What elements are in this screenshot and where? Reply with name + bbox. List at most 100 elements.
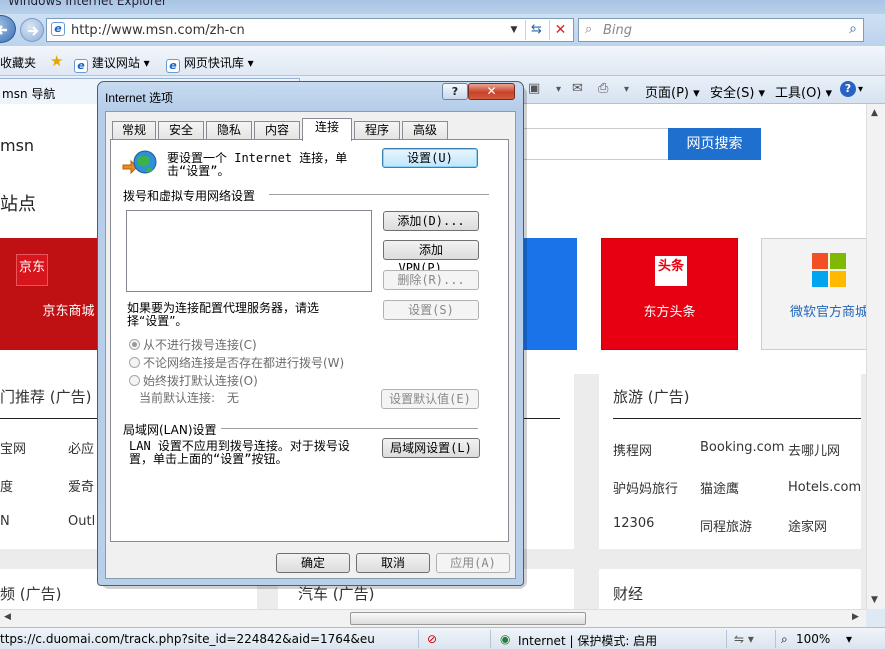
tab-general[interactable]: 常规 bbox=[112, 121, 156, 140]
web-search-button[interactable]: 网页搜索 bbox=[668, 128, 761, 160]
section-title: 频 (广告) bbox=[0, 585, 62, 603]
status-divider bbox=[418, 630, 419, 648]
mail-icon[interactable]: ✉ bbox=[572, 81, 583, 96]
link[interactable]: 度 bbox=[0, 476, 13, 495]
address-bar[interactable]: e http://www.msn.com/zh-cn ▼ ⇆ ✕ bbox=[46, 18, 574, 42]
zoom-icon[interactable]: ⌕ bbox=[781, 632, 788, 647]
internet-zone-icon: ◉ bbox=[500, 632, 511, 646]
search-go-icon[interactable]: ⌕ bbox=[849, 21, 857, 37]
apply-button[interactable]: 应用(A) bbox=[436, 553, 510, 573]
cancel-button[interactable]: 取消 bbox=[356, 553, 430, 573]
zoom-dropdown-icon[interactable]: ▾ bbox=[846, 632, 852, 646]
tools-menu[interactable]: 工具(O) ▾ bbox=[775, 82, 832, 101]
link[interactable]: 爱奇 bbox=[68, 476, 94, 495]
default-connection-label: 当前默认连接: bbox=[139, 391, 216, 405]
feeds-dropdown-icon[interactable]: ▾ bbox=[556, 84, 561, 95]
stop-icon[interactable]: ✕ bbox=[549, 20, 571, 40]
finance-card: 财经 bbox=[599, 569, 861, 609]
back-button[interactable] bbox=[0, 15, 16, 43]
radio-never-dial[interactable]: 从不进行拨号连接(C) bbox=[129, 336, 257, 353]
print-dropdown-icon[interactable]: ▾ bbox=[624, 84, 629, 95]
toutiao-logo-icon: 头条 bbox=[655, 256, 687, 286]
set-default-button[interactable]: 设置默认值(E) bbox=[381, 389, 479, 409]
feeds-icon[interactable]: ▣ bbox=[528, 81, 540, 96]
scroll-down-icon[interactable]: ▼ bbox=[871, 595, 878, 605]
tile-toutiao[interactable]: 头条 东方头条 bbox=[601, 238, 738, 350]
middle-card bbox=[520, 374, 574, 549]
tab-security[interactable]: 安全 bbox=[158, 121, 204, 140]
radio-dial-whenever[interactable]: 不论网络连接是否存在都进行拨号(W) bbox=[129, 354, 344, 371]
proxy-settings-button[interactable]: 设置(S) bbox=[383, 300, 479, 320]
window-title: Windows Internet Explorer bbox=[8, 0, 167, 8]
dialog-close-button[interactable]: ✕ bbox=[468, 83, 515, 100]
msn-logo[interactable]: msn bbox=[0, 136, 34, 155]
link[interactable]: Outl bbox=[68, 514, 95, 529]
forward-button[interactable] bbox=[20, 18, 44, 42]
lan-description: LAN 设置不应用到拨号连接。对于拨号设置，单击上面的“设置”按钮。 bbox=[129, 439, 350, 466]
tab-connections[interactable]: 连接 bbox=[302, 118, 352, 141]
link[interactable]: 猫途鹰 bbox=[700, 478, 739, 497]
hot-picks-card: 门推荐 (广告) 宝网 必应 度 爱奇 N Outl bbox=[0, 374, 97, 549]
tab-advanced[interactable]: 高级 bbox=[402, 121, 448, 140]
safety-menu[interactable]: 安全(S) ▾ bbox=[710, 82, 765, 101]
link[interactable]: Booking.com bbox=[700, 440, 784, 455]
status-divider bbox=[726, 630, 727, 648]
address-url[interactable]: http://www.msn.com/zh-cn bbox=[71, 23, 245, 38]
add-vpn-button[interactable]: 添加 VPN(P)... bbox=[383, 240, 479, 275]
add-button[interactable]: 添加(D)... bbox=[383, 211, 479, 231]
link[interactable]: 宝网 bbox=[0, 438, 26, 457]
radio-dot-icon bbox=[129, 339, 140, 350]
print-icon[interactable]: ⎙ bbox=[598, 81, 608, 96]
vertical-scrollbar[interactable]: ▲ ▼ bbox=[866, 104, 885, 609]
scroll-up-icon[interactable]: ▲ bbox=[871, 108, 878, 118]
link[interactable]: Hotels.com bbox=[788, 480, 861, 495]
window-titlebar: Windows Internet Explorer bbox=[0, 0, 885, 14]
tile-blue[interactable] bbox=[520, 238, 577, 350]
feeds-status-icon[interactable]: ⇋ ▾ bbox=[734, 632, 754, 646]
scrollbar-thumb[interactable] bbox=[350, 612, 586, 625]
add-favorite-star-icon[interactable]: ★ bbox=[50, 52, 63, 70]
tile-microsoft-store[interactable]: 微软官方商城 bbox=[761, 238, 866, 350]
status-bar: ttps://c.duomai.com/track.php?site_id=22… bbox=[0, 627, 885, 649]
help-dropdown-icon[interactable]: ▾ bbox=[858, 84, 863, 95]
favorites-label[interactable]: 收藏夹 bbox=[0, 54, 36, 71]
link[interactable]: N bbox=[0, 514, 10, 529]
popup-blocker-icon[interactable]: ⊘ bbox=[427, 632, 437, 646]
tab-privacy[interactable]: 隐私 bbox=[206, 121, 252, 140]
horizontal-scrollbar[interactable]: ◀ ▶ bbox=[0, 609, 866, 627]
tab-content[interactable]: 内容 bbox=[254, 121, 300, 140]
security-zone[interactable]: Internet | 保护模式: 启用 bbox=[518, 632, 657, 649]
ok-button[interactable]: 确定 bbox=[276, 553, 350, 573]
link[interactable]: 去哪儿网 bbox=[788, 440, 840, 459]
search-bar[interactable]: ⌕ Bing ⌕ bbox=[578, 18, 864, 42]
web-slice-gallery-link[interactable]: e 网页快讯库 ▾ bbox=[166, 54, 254, 73]
section-title: 门推荐 (广告) bbox=[0, 388, 92, 406]
link[interactable]: 同程旅游 bbox=[700, 516, 752, 535]
scroll-left-icon[interactable]: ◀ bbox=[4, 612, 11, 622]
search-provider-icon: ⌕ bbox=[585, 22, 593, 37]
scroll-right-icon[interactable]: ▶ bbox=[852, 612, 859, 622]
zoom-level[interactable]: 100% bbox=[796, 632, 830, 646]
address-dropdown-icon[interactable]: ▼ bbox=[507, 21, 521, 39]
help-icon[interactable]: ? bbox=[840, 81, 856, 97]
connections-listbox[interactable] bbox=[126, 210, 372, 292]
lan-settings-button[interactable]: 局域网设置(L) bbox=[382, 438, 480, 458]
refresh-icon[interactable]: ⇆ bbox=[525, 20, 547, 40]
suggested-sites-link[interactable]: e 建议网站 ▾ bbox=[74, 54, 150, 73]
link[interactable]: 驴妈妈旅行 bbox=[613, 478, 678, 497]
page-menu[interactable]: 页面(P) ▾ bbox=[645, 82, 700, 101]
link[interactable]: 携程网 bbox=[613, 440, 652, 459]
section-title: 旅游 (广告) bbox=[613, 388, 690, 406]
search-placeholder[interactable]: Bing bbox=[603, 23, 632, 38]
tab-programs[interactable]: 程序 bbox=[354, 121, 400, 140]
web-search-input[interactable] bbox=[520, 128, 670, 160]
link[interactable]: 必应 bbox=[68, 438, 94, 457]
sites-heading: 站点 bbox=[0, 194, 36, 215]
radio-always-dial[interactable]: 始终拨打默认连接(O) bbox=[129, 372, 258, 389]
remove-button[interactable]: 删除(R)... bbox=[383, 270, 479, 290]
setup-button[interactable]: 设置(U) bbox=[382, 148, 478, 168]
ie-icon: e bbox=[166, 59, 180, 73]
dialog-help-button[interactable]: ? bbox=[442, 83, 468, 100]
link[interactable]: 途家网 bbox=[788, 516, 827, 535]
link[interactable]: 12306 bbox=[613, 516, 654, 531]
